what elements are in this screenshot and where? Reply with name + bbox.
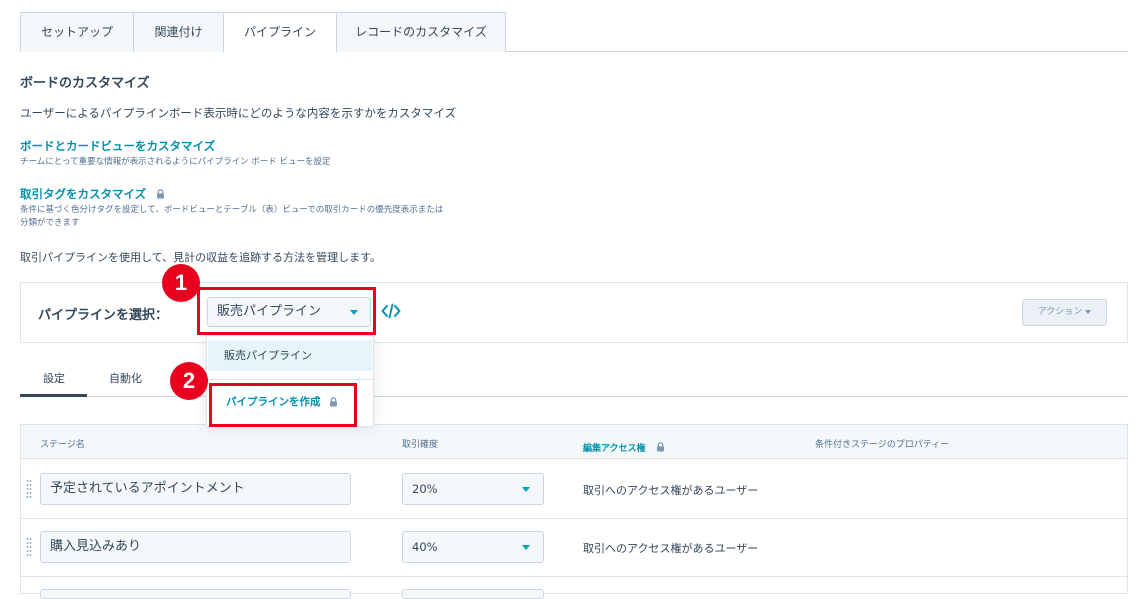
- actions-button[interactable]: アクション: [1022, 299, 1107, 326]
- board-section-description: ユーザーによるパイプラインボード表示時にどのような内容を示すかをカスタマイズ: [20, 106, 457, 120]
- pipeline-select-label: パイプラインを選択：: [38, 308, 169, 323]
- drag-handle-icon[interactable]: [26, 537, 32, 557]
- probability-value: 40%: [412, 540, 438, 554]
- step-badge-2: 2: [170, 362, 208, 400]
- tab-setup[interactable]: セットアップ: [20, 12, 134, 52]
- stage-name-input[interactable]: 予定されているアポイントメント: [40, 473, 351, 505]
- step-badge-1: 1: [162, 264, 200, 302]
- tab-settings[interactable]: 設定: [43, 370, 65, 386]
- edit-access-value: 取引へのアクセス権があるユーザー: [583, 484, 759, 497]
- customize-board-card-link[interactable]: ボードとカードビューをカスタマイズ: [20, 138, 215, 154]
- customize-board-card-description: チームにとって重要な情報が表示されるようにパイプライン ボード ビューを設定: [20, 157, 331, 167]
- header-stage-name: ステージ名: [40, 440, 85, 450]
- tab-associations[interactable]: 関連付け: [133, 12, 224, 52]
- embed-code-icon[interactable]: [381, 303, 401, 319]
- tab-pipelines[interactable]: パイプライン: [223, 12, 337, 53]
- chevron-down-icon: [522, 545, 530, 550]
- lock-icon: [157, 188, 165, 198]
- highlight-box-pipeline-select: [197, 287, 376, 335]
- tab-setup-label: セットアップ: [40, 25, 113, 39]
- dropdown-item-sales-pipeline[interactable]: 販売パイプライン: [208, 340, 372, 371]
- sub-tab-active-indicator: [20, 394, 87, 397]
- stage-name-input[interactable]: 購入見込みあり: [40, 531, 351, 563]
- probability-select[interactable]: 40%: [402, 531, 544, 563]
- tab-associations-label: 関連付け: [154, 25, 203, 39]
- pipeline-intro-text: 取引パイプラインを使用して、見計の収益を追跡する方法を管理します。: [20, 251, 382, 264]
- header-edit-access: 編集アクセス権: [583, 436, 665, 455]
- actions-button-label: アクション: [1037, 307, 1083, 317]
- board-section-title: ボードのカスタマイズ: [20, 76, 150, 91]
- probability-value: 20%: [412, 482, 438, 496]
- row-divider: [21, 576, 1127, 577]
- drag-handle-icon[interactable]: [26, 479, 32, 499]
- chevron-down-icon: [522, 487, 530, 492]
- dropdown-item-sales-pipeline-label: 販売パイプライン: [224, 349, 312, 362]
- highlight-box-create-pipeline: [209, 383, 357, 427]
- header-edit-access-label: 編集アクセス権: [583, 444, 646, 454]
- stages-table-header: [21, 425, 1127, 459]
- customize-deal-tags-description-line2: 分類ができます: [20, 218, 80, 228]
- tab-pipelines-label: パイプライン: [243, 25, 316, 39]
- customize-deal-tags-row: 取引タグをカスタマイズ: [20, 183, 165, 202]
- caret-down-icon: [1085, 309, 1092, 314]
- tab-record-customization-label: レコードのカスタマイズ: [355, 25, 487, 39]
- probability-select[interactable]: 20%: [402, 473, 544, 505]
- edit-access-value: 取引へのアクセス権があるユーザー: [583, 542, 759, 555]
- customize-deal-tags-link[interactable]: 取引タグをカスタマイズ: [20, 187, 146, 201]
- tab-automation[interactable]: 自動化: [109, 370, 142, 386]
- tab-record-customization[interactable]: レコードのカスタマイズ: [336, 12, 506, 52]
- row-divider: [21, 518, 1127, 519]
- lock-icon: [656, 441, 664, 451]
- dropdown-divider: [207, 379, 373, 380]
- header-conditional-properties: 条件付きステージのプロパティー: [815, 440, 950, 450]
- top-tab-bar: セットアップ 関連付け パイプライン レコードのカスタマイズ: [20, 12, 1128, 53]
- header-probability: 取引確度: [402, 440, 439, 450]
- customize-deal-tags-description-line1: 条件に基づく色分けタグを設定して、ボードビューとテーブル（表）ビューでの取引カー…: [20, 205, 444, 215]
